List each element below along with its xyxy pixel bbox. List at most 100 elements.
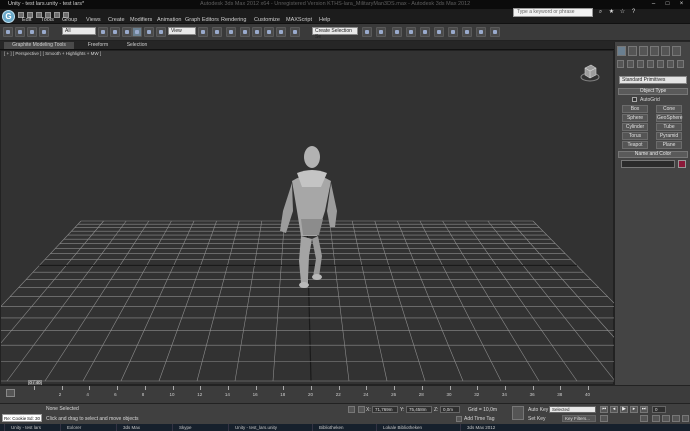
menu-create[interactable]: Create <box>108 17 125 23</box>
help-icon[interactable]: ? <box>630 9 637 16</box>
taskbar-item[interactable]: Skype <box>172 424 224 431</box>
app-logo-icon[interactable]: G <box>2 10 15 23</box>
bind-space-warp-button[interactable] <box>39 27 49 37</box>
schematic-view-button[interactable] <box>434 27 444 37</box>
object-type-rollout[interactable]: Object Type <box>618 88 688 95</box>
menu-views[interactable]: Views <box>86 17 101 23</box>
hierarchy-panel-tab[interactable] <box>639 46 648 56</box>
menu-customize[interactable]: Customize <box>254 17 280 23</box>
search-icon[interactable]: ⌕ <box>597 9 604 16</box>
orbit-icon[interactable] <box>672 415 680 422</box>
menu-graph-editors[interactable]: Graph Editors <box>185 17 219 23</box>
torus-button[interactable]: Torus <box>622 132 648 140</box>
redo-icon[interactable] <box>54 12 60 18</box>
tube-button[interactable]: Tube <box>656 123 682 131</box>
maxscript-listener[interactable]: Re: Cookie Sd: 30 <box>2 414 42 422</box>
render-setup-button[interactable] <box>462 27 472 37</box>
undo-button[interactable] <box>3 27 13 37</box>
render-production-button[interactable] <box>490 27 500 37</box>
add-time-tag[interactable]: Add Time Tag <box>464 416 494 422</box>
percent-snap-button[interactable] <box>264 27 274 37</box>
cone-button[interactable]: Cone <box>656 105 682 113</box>
named-selection-dropdown[interactable]: Create Selection Se <box>312 27 358 40</box>
link-button[interactable] <box>27 27 37 37</box>
menu-group[interactable]: Group <box>62 17 77 23</box>
layer-manager-button[interactable] <box>392 27 402 37</box>
selection-filter-dropdown[interactable]: All <box>62 27 96 35</box>
viewcube-icon[interactable] <box>580 63 600 83</box>
tab-graphite-modeling-tools[interactable]: Graphite Modeling Tools <box>4 42 74 49</box>
shapes-icon[interactable] <box>627 60 634 68</box>
keyboard-shortcut-override-button[interactable] <box>226 27 236 37</box>
maximize-icon[interactable]: □ <box>664 1 671 7</box>
taskbar-item[interactable]: 3ds Max 2012 <box>460 424 520 431</box>
favorites-icon[interactable]: ☆ <box>619 9 626 16</box>
pan-icon[interactable] <box>662 415 670 422</box>
curve-editor-button[interactable] <box>420 27 430 37</box>
angle-snap-button[interactable] <box>252 27 262 37</box>
current-frame-field[interactable]: 0 <box>652 406 666 413</box>
selection-region-button[interactable] <box>122 27 132 37</box>
tab-selection[interactable]: Selection <box>120 42 154 49</box>
sphere-button[interactable]: Sphere <box>622 114 648 122</box>
create-panel-tab[interactable] <box>617 46 626 56</box>
graphite-toggle-button[interactable] <box>406 27 416 37</box>
select-by-name-button[interactable] <box>110 27 120 37</box>
cylinder-button[interactable]: Cylinder <box>622 123 648 131</box>
material-editor-button[interactable] <box>448 27 458 37</box>
pyramid-button[interactable]: Pyramid <box>656 132 682 140</box>
z-coordinate-field[interactable]: 0,0m <box>440 406 460 413</box>
mini-curve-editor-icon[interactable] <box>6 389 15 397</box>
category-dropdown[interactable]: Standard Primitives <box>619 76 687 84</box>
teapot-button[interactable]: Teapot <box>622 141 648 149</box>
align-button[interactable] <box>376 27 386 37</box>
menu-help[interactable]: Help <box>319 17 330 23</box>
geosphere-button[interactable]: GeoSphere <box>656 114 683 122</box>
lock-selection-icon[interactable] <box>348 406 355 413</box>
utilities-panel-tab[interactable] <box>672 46 681 56</box>
next-frame-icon[interactable]: ▸ <box>630 406 638 413</box>
lights-icon[interactable] <box>637 60 644 68</box>
menu-rendering[interactable]: Rendering <box>221 17 246 23</box>
spinner-snap-button[interactable] <box>276 27 286 37</box>
maximize-viewport-icon[interactable] <box>682 415 689 422</box>
select-object-button[interactable] <box>98 27 108 37</box>
tab-freeform[interactable]: Freeform <box>80 42 116 49</box>
search-input[interactable]: Type a keyword or phrase <box>513 8 593 17</box>
previous-frame-icon[interactable]: ◂ <box>610 406 618 413</box>
plane-button[interactable]: Plane <box>656 141 682 149</box>
scale-tool-icon[interactable] <box>156 27 166 37</box>
taskbar-item[interactable]: Bibliotheken <box>312 424 372 431</box>
object-color-swatch[interactable] <box>678 160 686 168</box>
close-icon[interactable]: × <box>678 1 685 7</box>
redo-button[interactable] <box>15 27 25 37</box>
geometry-icon[interactable] <box>617 60 624 68</box>
viewport-label[interactable]: [ + ] [ Perspective ] [ Smooth + Highlig… <box>4 51 101 56</box>
auto-key-button[interactable]: Auto Key <box>528 407 548 413</box>
go-to-end-icon[interactable]: ⏭ <box>640 406 648 413</box>
move-tool-icon[interactable] <box>132 27 142 37</box>
pivot-center-button[interactable] <box>198 27 208 37</box>
modify-panel-tab[interactable] <box>628 46 637 56</box>
taskbar-item[interactable]: Exlorer <box>60 424 112 431</box>
snaps-toggle-button[interactable] <box>240 27 250 37</box>
display-panel-tab[interactable] <box>661 46 670 56</box>
taskbar-item[interactable]: Unity - test lars <box>4 424 56 431</box>
reference-coordinate-dropdown[interactable]: View <box>168 27 196 35</box>
box-button[interactable]: Box <box>622 105 648 113</box>
helpers-icon[interactable] <box>657 60 664 68</box>
select-manipulate-button[interactable] <box>212 27 222 37</box>
autogrid-checkbox[interactable] <box>632 97 637 102</box>
zoom-icon[interactable] <box>652 415 660 422</box>
space-warps-icon[interactable] <box>667 60 674 68</box>
taskbar-item[interactable]: Unity - test_lars.unity <box>228 424 308 431</box>
motion-panel-tab[interactable] <box>650 46 659 56</box>
edit-named-selection-button[interactable] <box>290 27 300 37</box>
play-icon[interactable]: ▶ <box>620 406 628 413</box>
time-tag-icon[interactable] <box>456 416 462 422</box>
menu-modifiers[interactable]: Modifiers <box>130 17 152 23</box>
x-coordinate-field[interactable]: 71,769m <box>372 406 398 413</box>
key-mode-toggle-icon[interactable] <box>600 415 608 422</box>
absolute-mode-icon[interactable] <box>358 406 365 413</box>
perspective-viewport[interactable] <box>0 50 690 385</box>
